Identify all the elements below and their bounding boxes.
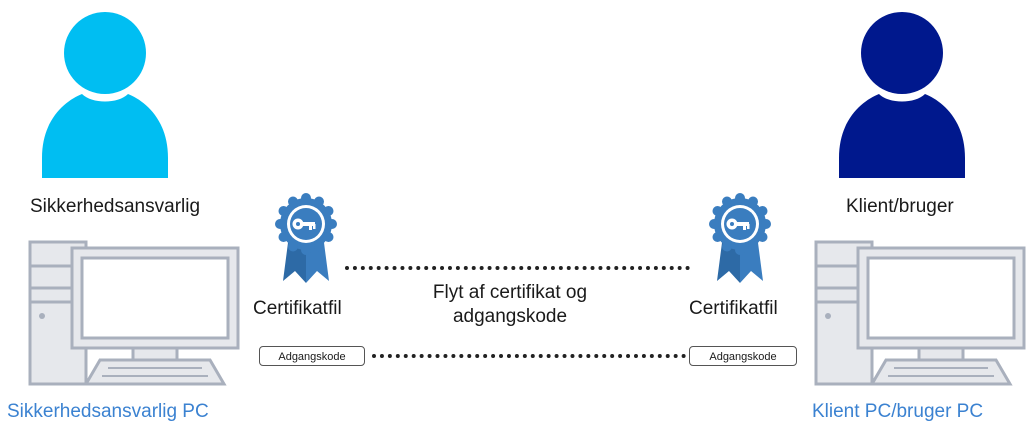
person-icon [839, 12, 965, 178]
password-transfer-line [372, 354, 686, 358]
certificate-badge-icon [709, 193, 771, 283]
transfer-label: Flyt af certifikat og adgangskode [405, 281, 615, 329]
certificate-badge-icon [275, 193, 337, 283]
person-icon [42, 12, 168, 178]
diagram-canvas: { "left": { "person_label": "Sikkerhedsa… [0, 0, 1030, 427]
pc-label-right: Klient PC/bruger PC [812, 401, 984, 422]
certificate-label-left: Certifikatfil [253, 298, 342, 319]
certificate-transfer-line [345, 266, 690, 270]
transfer-label-line2: adgangskode [452, 306, 568, 327]
password-box-right: Adgangskode [689, 346, 797, 366]
pc-label-left: Sikkerhedsansvarlig PC [7, 401, 209, 422]
desktop-computer-icon [814, 240, 1026, 386]
person-label-right: Klient/bruger [846, 196, 954, 217]
desktop-computer-icon [28, 240, 240, 386]
transfer-label-line1: Flyt af certifikat og [432, 282, 588, 303]
password-box-left: Adgangskode [259, 346, 365, 366]
person-label-left: Sikkerhedsansvarlig [30, 196, 201, 217]
certificate-label-right: Certifikatfil [689, 298, 778, 319]
